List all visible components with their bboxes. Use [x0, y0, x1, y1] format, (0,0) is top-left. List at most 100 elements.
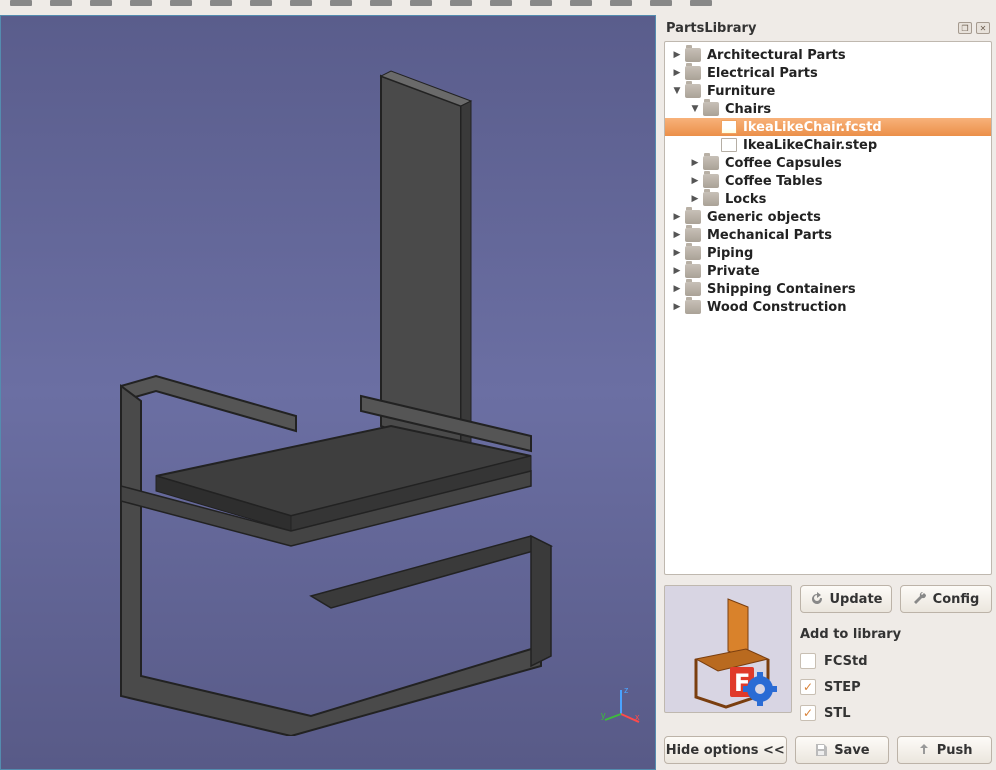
tree-folder-item[interactable]: Coffee Tables [665, 172, 991, 190]
save-label: Save [834, 743, 869, 758]
parts-tree[interactable]: Architectural Parts Electrical PartsFurni… [664, 41, 992, 575]
folder-icon [685, 246, 701, 260]
tree-folder-item[interactable]: Shipping Containers [665, 280, 991, 298]
file-icon [721, 138, 737, 152]
hide-options-button[interactable]: Hide options << [664, 736, 787, 764]
tree-item-label: Coffee Capsules [725, 156, 842, 171]
tree-toggle-icon[interactable] [671, 49, 683, 61]
tree-folder-item[interactable]: Chairs [665, 100, 991, 118]
toolbar-icon[interactable] [530, 0, 552, 6]
tree-item-label: Locks [725, 192, 766, 207]
toolbar-icon[interactable] [650, 0, 672, 6]
panel-close-icon[interactable]: ✕ [976, 22, 990, 34]
toolbar-icon[interactable] [290, 0, 312, 6]
tree-toggle-icon[interactable] [689, 175, 701, 187]
tree-item-label: IkeaLikeChair.fcstd [743, 120, 882, 135]
tree-toggle-icon[interactable] [671, 67, 683, 79]
update-label: Update [830, 592, 883, 607]
tree-folder-item[interactable]: Wood Construction [665, 298, 991, 316]
toolbar-icon[interactable] [610, 0, 632, 6]
toolbar-icon[interactable] [370, 0, 392, 6]
folder-icon [703, 102, 719, 116]
tree-item-label: Private [707, 264, 760, 279]
panel-title-bar: PartsLibrary ❐ ✕ [664, 15, 992, 41]
tree-toggle-icon[interactable] [671, 283, 683, 295]
tree-toggle-icon[interactable] [671, 301, 683, 313]
step-checkbox[interactable] [800, 679, 816, 695]
toolbar-icon[interactable] [410, 0, 432, 6]
save-icon [814, 743, 828, 757]
toolbar-icon[interactable] [490, 0, 512, 6]
push-label: Push [937, 743, 973, 758]
axis-y-label: y [601, 710, 606, 720]
tree-folder-item[interactable]: Private [665, 262, 991, 280]
toolbar-icon[interactable] [330, 0, 352, 6]
tree-toggle-icon[interactable] [671, 85, 683, 97]
toolbar-icon[interactable] [570, 0, 592, 6]
tree-toggle-icon[interactable] [671, 265, 683, 277]
tree-item-label: Architectural Parts [707, 48, 846, 63]
toolbar-icon[interactable] [130, 0, 152, 6]
tree-toggle-icon[interactable] [689, 103, 701, 115]
fcstd-checkbox[interactable] [800, 653, 816, 669]
toolbar-icon[interactable] [50, 0, 72, 6]
tree-folder-item[interactable]: Generic objects [665, 208, 991, 226]
folder-icon [685, 228, 701, 242]
stl-label: STL [824, 706, 851, 721]
folder-icon [685, 66, 701, 80]
tree-file-item[interactable]: IkeaLikeChair.fcstd [665, 118, 991, 136]
toolbar-icon[interactable] [90, 0, 112, 6]
tree-toggle-icon[interactable] [671, 247, 683, 259]
folder-icon [685, 210, 701, 224]
toolbar-icon[interactable] [450, 0, 472, 6]
tree-item-label: Piping [707, 246, 753, 261]
toolbar-icon[interactable] [250, 0, 272, 6]
fcstd-checkbox-row[interactable]: FCStd [800, 648, 992, 674]
tree-item-label: Electrical Parts [707, 66, 818, 81]
tree-folder-item[interactable]: Mechanical Parts [665, 226, 991, 244]
tree-file-item[interactable]: IkeaLikeChair.step [665, 136, 991, 154]
update-button[interactable]: Update [800, 585, 892, 613]
tree-folder-item[interactable]: Piping [665, 244, 991, 262]
save-button[interactable]: Save [795, 736, 890, 764]
tree-folder-item[interactable]: Furniture [665, 82, 991, 100]
fcstd-label: FCStd [824, 654, 868, 669]
wrench-icon [913, 592, 927, 606]
toolbar-icon[interactable] [10, 0, 32, 6]
tree-toggle-icon[interactable] [689, 157, 701, 169]
add-to-library-label: Add to library [800, 627, 992, 642]
folder-icon [685, 300, 701, 314]
refresh-icon [810, 592, 824, 606]
toolbar-icon[interactable] [690, 0, 712, 6]
tree-toggle-icon[interactable] [671, 229, 683, 241]
panel-title: PartsLibrary [666, 21, 756, 36]
tree-item-label: IkeaLikeChair.step [743, 138, 877, 153]
folder-icon [703, 174, 719, 188]
folder-icon [703, 192, 719, 206]
step-label: STEP [824, 680, 861, 695]
toolbar-icon[interactable] [170, 0, 192, 6]
step-checkbox-row[interactable]: STEP [800, 674, 992, 700]
tree-item-label: Mechanical Parts [707, 228, 832, 243]
3d-viewport[interactable]: z x y [0, 15, 656, 770]
panel-float-icon[interactable]: ❐ [958, 22, 972, 34]
tree-folder-item[interactable]: Coffee Capsules [665, 154, 991, 172]
tree-toggle-icon[interactable] [689, 193, 701, 205]
folder-icon [685, 282, 701, 296]
folder-icon [703, 156, 719, 170]
hide-options-label: Hide options << [666, 743, 785, 758]
folder-icon [685, 264, 701, 278]
tree-folder-item[interactable]: Electrical Parts [665, 64, 991, 82]
push-icon [917, 743, 931, 757]
stl-checkbox[interactable] [800, 705, 816, 721]
tree-toggle-icon[interactable] [671, 211, 683, 223]
tree-toggle-icon [707, 139, 719, 151]
config-button[interactable]: Config [900, 585, 992, 613]
stl-checkbox-row[interactable]: STL [800, 700, 992, 726]
tree-item-label: Wood Construction [707, 300, 846, 315]
tree-folder-item[interactable]: Architectural Parts [665, 46, 991, 64]
main-toolbar [0, 0, 996, 15]
tree-folder-item[interactable]: Locks [665, 190, 991, 208]
push-button[interactable]: Push [897, 736, 992, 764]
toolbar-icon[interactable] [210, 0, 232, 6]
